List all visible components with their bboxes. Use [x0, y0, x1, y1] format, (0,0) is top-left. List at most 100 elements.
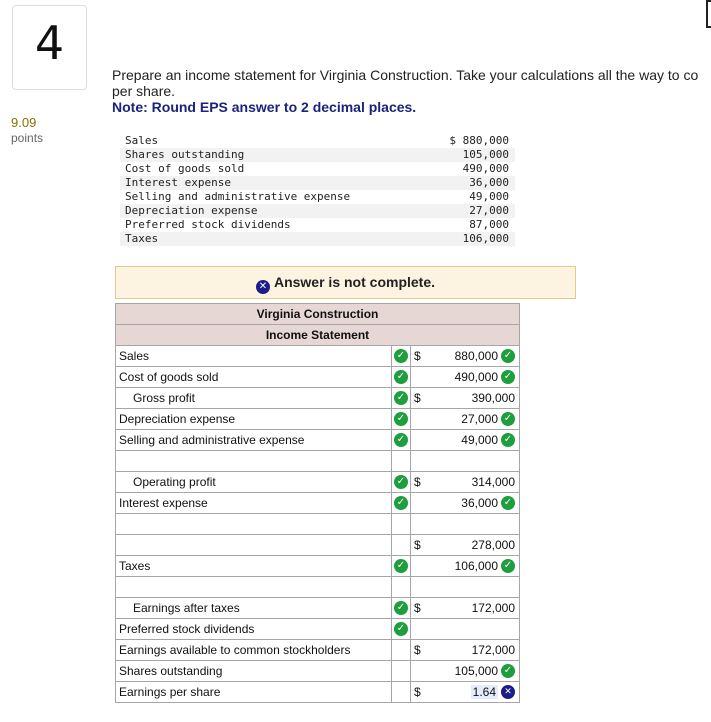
statement-label-cell[interactable]: Depreciation expense [115, 408, 392, 430]
dollar-sign [410, 555, 430, 577]
amount-input[interactable]: 490,000 ✓ [430, 366, 520, 388]
check-circle-icon: ✓ [501, 412, 515, 426]
amount-input[interactable]: 36,000 ✓ [430, 492, 520, 514]
statement-label-cell[interactable]: Cost of goods sold [115, 366, 392, 388]
statement-label: Earnings per share [119, 685, 221, 699]
check-circle-icon: ✓ [394, 475, 408, 490]
given-data-label: Sales [125, 134, 159, 147]
check-circle-icon: ✓ [394, 433, 408, 448]
dollar-sign [410, 513, 430, 535]
amount-input[interactable]: 106,000 ✓ [430, 555, 520, 577]
check-circle-icon: ✓ [501, 433, 515, 447]
amount-wrap: 490,000 ✓ [455, 370, 515, 384]
statement-row: Depreciation expense ✓ 27,000 ✓ [115, 408, 520, 430]
amount-input[interactable] [430, 576, 520, 598]
statement-label-cell[interactable] [115, 576, 392, 598]
statement-label-cell[interactable]: Earnings available to common stockholder… [115, 639, 392, 661]
label-status-cell: ✓ [391, 492, 411, 514]
amount-input[interactable]: 880,000 ✓ [430, 345, 520, 367]
statement-label-cell[interactable]: Shares outstanding [115, 660, 392, 682]
statement-label-cell[interactable]: Gross profit [115, 387, 392, 409]
amount-value: 1.64 [470, 685, 498, 699]
statement-row [115, 450, 520, 472]
amount-input[interactable]: 172,000 [430, 597, 520, 619]
amount-input[interactable]: 49,000 ✓ [430, 429, 520, 451]
prompt-line-2: per share. [112, 83, 176, 99]
statement-label-cell[interactable] [115, 450, 392, 472]
statement-row: Cost of goods sold ✓ 490,000 ✓ [115, 366, 520, 388]
check-circle-icon: ✓ [501, 370, 515, 384]
amount-value: 49,000 [461, 433, 498, 447]
statement-label-cell[interactable]: Selling and administrative expense [115, 429, 392, 451]
amount-input[interactable]: 172,000 [430, 639, 520, 661]
given-data-row: Taxes 106,000 [120, 232, 515, 246]
amount-wrap: 1.64 ✕ [470, 685, 515, 699]
dollar-sign [410, 492, 430, 514]
statement-row: Earnings available to common stockholder… [115, 639, 520, 661]
statement-label: Earnings after taxes [133, 601, 240, 615]
amount-wrap: 36,000 ✓ [461, 496, 515, 510]
label-status-cell [391, 534, 411, 556]
prompt-line-1: Prepare an income statement for Virginia… [112, 67, 699, 83]
given-data-label: Shares outstanding [120, 148, 425, 162]
check-circle-icon: ✓ [394, 412, 408, 427]
amount-wrap: 172,000 [472, 601, 515, 615]
statement-company: Virginia Construction [115, 303, 520, 325]
dollar-sign [410, 450, 430, 472]
amount-input[interactable]: 314,000 [430, 471, 520, 493]
amount-input[interactable]: 390,000 [430, 387, 520, 409]
given-data-value: 87,000 [469, 218, 509, 231]
statement-label-cell[interactable]: Operating profit [115, 471, 392, 493]
statement-label-cell[interactable]: Taxes [115, 555, 392, 577]
amount-input[interactable] [430, 450, 520, 472]
amount-input[interactable]: 105,000 ✓ [430, 660, 520, 682]
amount-wrap: 314,000 [472, 475, 515, 489]
amount-wrap: 278,000 [472, 538, 515, 552]
label-status-cell: ✓ [391, 597, 411, 619]
x-circle-icon: ✕ [501, 685, 515, 699]
check-circle-icon: ✓ [394, 370, 408, 385]
statement-company-row: Virginia Construction [115, 303, 520, 325]
income-statement-table: Virginia Construction Income Statement S… [115, 303, 520, 703]
statement-label-cell[interactable]: Earnings after taxes [115, 597, 392, 619]
given-data-value: 27,000 [424, 204, 515, 218]
amount-input[interactable]: 1.64 ✕ [430, 681, 520, 703]
statement-label-cell[interactable]: Preferred stock dividends [115, 618, 392, 640]
amount-input[interactable] [430, 618, 520, 640]
amount-wrap: 172,000 [472, 643, 515, 657]
amount-value: 880,000 [454, 349, 498, 363]
amount-input[interactable]: 278,000 [430, 534, 520, 556]
dollar-sign: $ [410, 681, 430, 703]
amount-wrap: 880,000 ✓ [455, 349, 515, 363]
given-data-row: Depreciation expense 27,000 [120, 204, 515, 218]
statement-label-cell[interactable]: Interest expense [115, 492, 392, 514]
statement-label-cell[interactable] [115, 534, 392, 556]
check-circle-icon: ✓ [394, 622, 408, 637]
amount-value: 27,000 [461, 412, 498, 426]
given-data-label: Interest expense [120, 176, 425, 190]
statement-label-cell[interactable]: Sales [115, 345, 392, 367]
amount-input[interactable]: 27,000 ✓ [430, 408, 520, 430]
statement-label-cell[interactable] [115, 513, 392, 535]
dollar-sign [410, 408, 430, 430]
amount-value: 172,000 [471, 601, 515, 615]
check-circle-icon: ✓ [394, 601, 408, 616]
amount-wrap: 27,000 ✓ [461, 412, 515, 426]
statement-label: Cost of goods sold [119, 370, 219, 384]
dollar-sign [410, 660, 430, 682]
statement-row [115, 576, 520, 598]
given-data-label: Taxes [120, 232, 425, 246]
statement-label: Interest expense [119, 496, 208, 510]
statement-label-cell[interactable]: Earnings per share [115, 681, 392, 703]
amount-wrap: 106,000 ✓ [455, 559, 515, 573]
statement-label: Preferred stock dividends [119, 622, 255, 636]
dollar-sign: $ [410, 534, 430, 556]
given-data-table: Sales $ 880,000 Shares outstanding 105,000 C… [120, 134, 515, 246]
statement-row: Gross profit ✓ $390,000 [115, 387, 520, 409]
dollar-sign: $ [410, 471, 430, 493]
statement-row: $278,000 [115, 534, 520, 556]
label-status-cell: ✓ [391, 555, 411, 577]
amount-input[interactable] [430, 513, 520, 535]
label-status-cell: ✓ [391, 429, 411, 451]
statement-label: Earnings available to common stockholder… [119, 643, 351, 657]
